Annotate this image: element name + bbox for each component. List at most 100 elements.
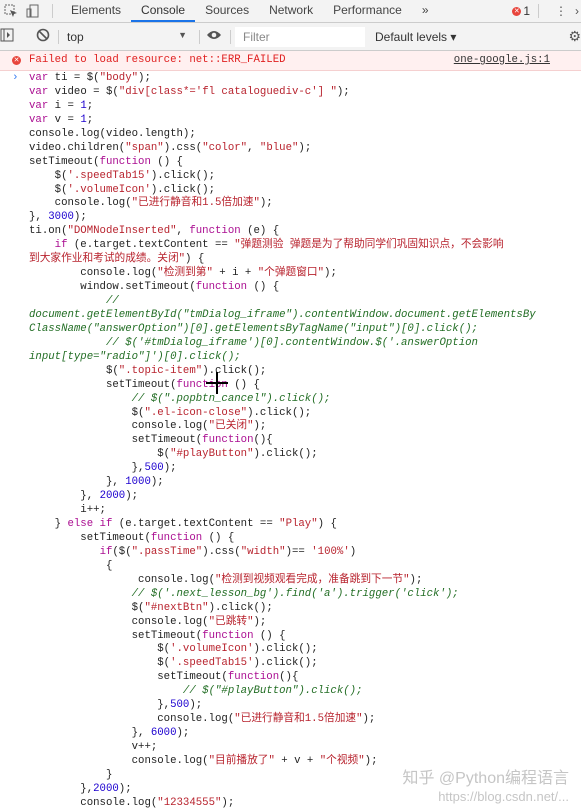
more-tabs-button[interactable]: » [412, 0, 439, 22]
code-text-token: ) { [185, 253, 205, 266]
code-text-token: ); [73, 211, 87, 224]
keyword-token: function [227, 671, 280, 684]
code-text-token: console.log( [29, 420, 209, 433]
code-line: console.log("检测到视频观看完成，准备跳到下一节"); [29, 574, 536, 588]
code-text-token: ); [259, 197, 273, 210]
code-text-token: ).click(); [247, 406, 312, 419]
kebab-menu-icon[interactable]: ⋮ [547, 4, 575, 18]
tab-sources[interactable]: Sources [195, 0, 259, 22]
code-text-token: () { [253, 629, 286, 642]
code-text-token: console.log( [29, 796, 158, 809]
settings-gear-icon[interactable]: ⚙ [568, 28, 581, 45]
string-token: "已关闭" [208, 420, 254, 433]
error-source-link[interactable]: one-google.js:1 [454, 51, 550, 70]
code-text-token: ; [86, 99, 94, 112]
tab-network[interactable]: Network [259, 0, 323, 22]
error-count: 1 [523, 4, 530, 18]
code-text-token: ti = $( [48, 72, 100, 84]
code-text-token: ).click(); [253, 657, 318, 670]
string-token: "div[class*='fl cataloguediv-c'] " [118, 85, 337, 98]
watermark-text: 知乎 @Python编程语言 [402, 770, 569, 787]
code-text-token: i = [48, 99, 81, 112]
tab-performance[interactable]: Performance [323, 0, 412, 22]
code-line: 到大家作业和考试的成绩。关闭") { [29, 253, 536, 267]
code-text-token: ); [138, 72, 151, 84]
code-line: $(".topic-item").click(); [29, 365, 536, 379]
code-text-token: console.log( [29, 197, 132, 210]
code-text-token: ) { [317, 518, 337, 530]
clear-console-icon[interactable] [36, 28, 50, 45]
code-text-token: console.log( [29, 573, 215, 586]
inspect-element-icon[interactable] [0, 0, 22, 22]
string-token: "检测到第" [157, 267, 213, 280]
device-toolbar-icon[interactable] [22, 0, 44, 22]
code-text-token: ); [336, 85, 350, 98]
code-text-token: window.setTimeout( [29, 281, 196, 294]
string-token: ".topic-item" [118, 364, 203, 377]
code-line: },500); [29, 699, 536, 713]
tab-console[interactable]: Console [131, 0, 196, 22]
code-line: }, 6000); [29, 727, 536, 741]
tab-elements[interactable]: Elements [61, 0, 131, 22]
close-icon[interactable]: › [575, 4, 581, 18]
code-text-token: } [29, 518, 68, 530]
code-text-token: ); [221, 796, 235, 809]
comment-token: // [29, 295, 119, 307]
sidebar-toggle-icon[interactable] [0, 28, 36, 45]
number-token: 1000 [125, 476, 151, 489]
comment-token: // $('.next_lesson_bg').find('a').trigge… [29, 587, 459, 600]
code-text-token: setTimeout( [29, 629, 203, 642]
code-line: $("#playButton").click(); [29, 448, 536, 462]
log-levels-dropdown[interactable]: Default levels ▾ [375, 30, 456, 44]
filter-input[interactable]: Filter [235, 26, 365, 47]
code-line: setTimeout(function(){ [29, 671, 536, 685]
devtools-tab-bar: Elements Console Sources Network Perform… [0, 0, 581, 23]
code-line: console.log("已进行静音和1.5倍加速"); [29, 713, 536, 727]
console-error-message: ✕ Failed to load resource: net::ERR_FAIL… [0, 51, 581, 71]
string-token: "目前播放了" [208, 754, 275, 767]
code-line: ClassName("answerOption")[0].getElements… [29, 323, 536, 337]
string-token: "个弹题窗口" [257, 267, 325, 280]
code-text-token: ); [364, 754, 378, 767]
code-text-token: console.log( [29, 267, 158, 280]
code-text-token: ).click(); [253, 643, 318, 656]
code-text-token: $( [29, 448, 171, 461]
code-text-token: $( [29, 643, 171, 656]
code-lines: var ti = $("body"); var video = $("div[cl… [29, 72, 536, 810]
code-text-token: (e.target.textContent == [112, 518, 280, 530]
code-text-token: () { [150, 155, 183, 168]
code-line: } else if (e.target.textContent == "Play… [29, 518, 536, 532]
code-line: $('.speedTab15').click(); [29, 657, 536, 671]
code-line: setTimeout(function () { [29, 156, 536, 170]
code-text-token: $( [29, 169, 68, 182]
number-token: 2000 [93, 782, 119, 795]
code-text-token: setTimeout( [29, 155, 100, 168]
code-text-token: ); [362, 713, 376, 726]
error-count-badge[interactable]: ✕ 1 [512, 4, 530, 18]
code-text-token: ); [324, 267, 337, 280]
code-text-token: }, [29, 727, 151, 740]
code-text-token: () { [227, 378, 260, 391]
number-token: 500 [144, 462, 164, 475]
divider [538, 4, 539, 18]
code-line: var v = 1; [29, 114, 536, 128]
keyword-token: var [29, 85, 49, 98]
console-input-code[interactable]: › var ti = $("body"); var video = $("div[… [0, 72, 581, 810]
string-token: '.speedTab15' [67, 169, 151, 182]
code-text-token: video.children( [29, 141, 126, 154]
code-line: input[type="radio"]')[0].click(); [29, 351, 536, 365]
context-selector[interactable]: top ▼ [67, 30, 193, 44]
code-text-token: (e) { [240, 225, 280, 238]
code-text-token: } [29, 768, 113, 781]
code-text-token: ); [176, 727, 190, 740]
code-text-token: i++; [29, 504, 106, 517]
eye-icon[interactable] [206, 29, 222, 44]
code-text-token: v = [48, 113, 81, 126]
code-line: console.log("检测到第" + i + "个弹题窗口"); [29, 267, 536, 281]
code-text-token: ); [150, 476, 164, 489]
code-text-token: + v + [274, 754, 320, 767]
comment-token: // $("#playButton").click(); [29, 685, 363, 698]
code-text-token: ); [253, 420, 267, 433]
